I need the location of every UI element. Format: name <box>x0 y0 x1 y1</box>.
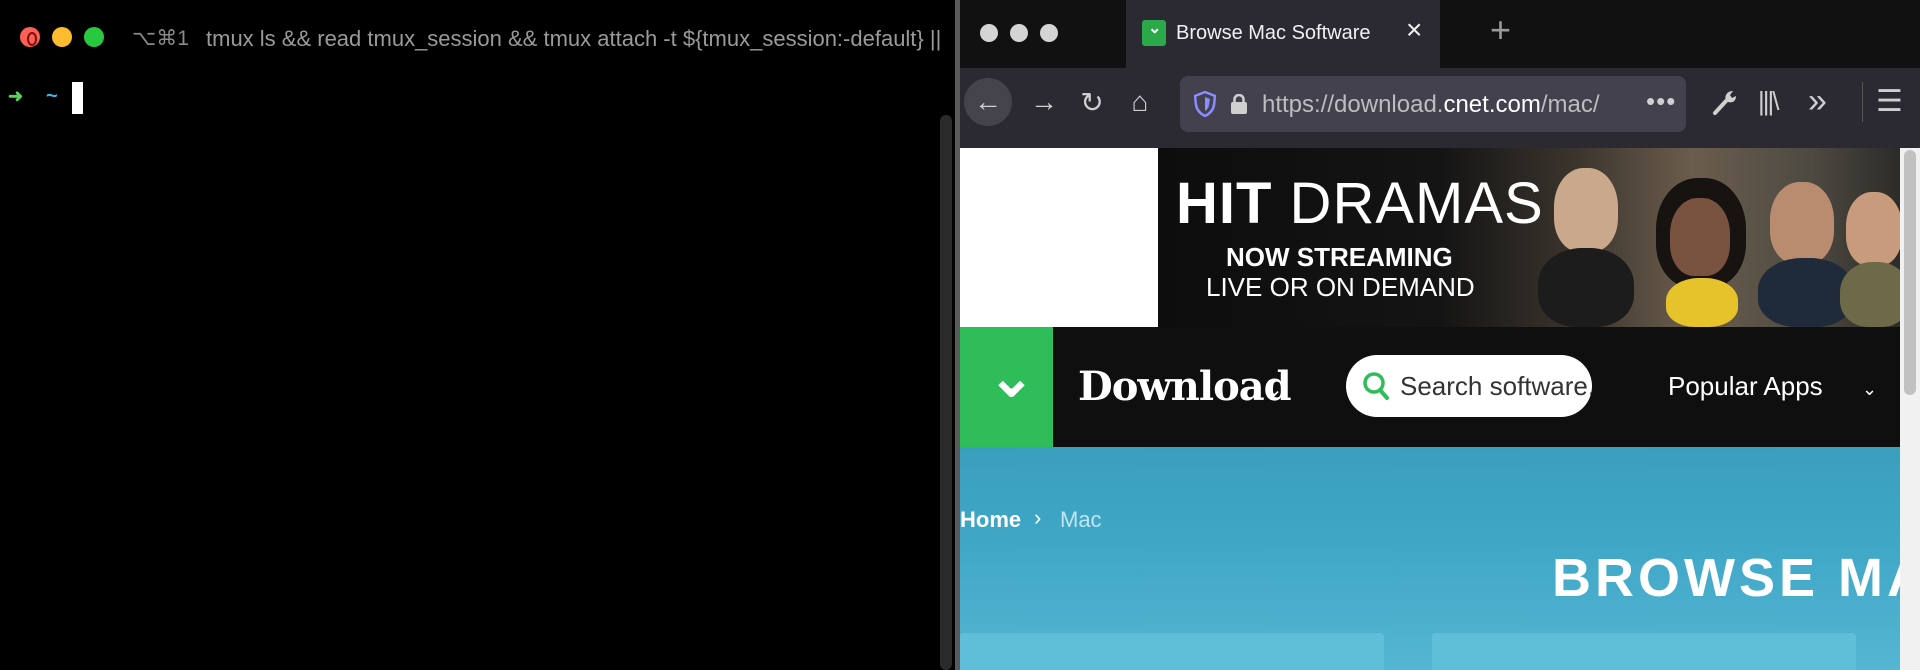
library-icon[interactable]: |||\ <box>1758 86 1779 117</box>
url-text[interactable]: https://download.cnet.com/mac/ <box>1262 91 1600 119</box>
tab-browse-mac-software[interactable]: Browse Mac Software × <box>1126 0 1440 68</box>
actor-photo <box>1538 248 1634 327</box>
download-menu[interactable]: Download <box>1078 363 1292 410</box>
hero-section: Home › Mac BROWSE MAC <box>960 447 1920 670</box>
terminal-titlebar: ⌥⌘1 tmux ls && read tmux_session && tmux… <box>0 0 955 74</box>
minimize-window-button[interactable] <box>1010 24 1028 42</box>
page-actions-icon[interactable]: ••• <box>1646 86 1676 117</box>
maximize-window-button[interactable] <box>1040 24 1058 42</box>
ad-headline: HIT DRAMAS <box>1176 171 1544 236</box>
hamburger-menu-icon[interactable]: ☰ <box>1876 84 1903 119</box>
ad-subline: NOW STREAMING <box>1226 242 1453 272</box>
wrench-icon-glyph <box>1713 91 1736 115</box>
chevron-down-icon[interactable]: ⌄ <box>1266 377 1283 402</box>
actor-photo <box>1666 278 1738 327</box>
tab-title: Browse Mac Software <box>1176 22 1371 44</box>
actor-photo <box>1770 182 1834 264</box>
maximize-window-button[interactable] <box>84 27 104 47</box>
prompt-directory: ~ <box>46 85 58 107</box>
page-scrollbar[interactable] <box>1900 148 1920 670</box>
shield-icon[interactable] <box>1194 91 1216 117</box>
lock-icon[interactable] <box>1230 94 1248 114</box>
download-favicon-icon <box>1142 18 1166 46</box>
actor-photo <box>1840 262 1900 327</box>
terminal-window: ⌥⌘1 tmux ls && read tmux_session && tmux… <box>0 0 955 670</box>
search-placeholder: Search software, <box>1400 371 1592 401</box>
actor-photo <box>1554 168 1618 252</box>
search-input[interactable]: Search software, <box>1346 355 1592 417</box>
terminal-title: tmux ls && read tmux_session && tmux att… <box>206 26 942 51</box>
wrench-icon[interactable] <box>1712 88 1738 123</box>
category-card[interactable] <box>960 633 1384 670</box>
breadcrumb-home-link[interactable]: Home <box>960 507 1021 533</box>
reload-button[interactable]: ↻ <box>1068 78 1116 126</box>
forward-button[interactable]: → <box>1020 78 1068 126</box>
new-tab-button[interactable]: + <box>1490 12 1511 48</box>
page-content: HIT DRAMAS NOW STREAMING LIVE OR ON DEMA… <box>960 148 1920 670</box>
prompt-arrow: ➜ <box>8 86 24 106</box>
back-button[interactable]: ← <box>964 78 1012 126</box>
search-icon <box>1363 372 1389 400</box>
ad-tagline: LIVE OR ON DEMAND <box>1206 272 1475 302</box>
browser-window: Browse Mac Software × + ← → ↻ ⌂ https://… <box>960 0 1920 670</box>
navigation-toolbar: ← → ↻ ⌂ https://download.cnet.com/mac/ •… <box>960 68 1920 148</box>
breadcrumb-separator-icon: › <box>1034 505 1042 530</box>
download-logo-icon[interactable] <box>960 327 1053 447</box>
actor-photo <box>1670 198 1730 276</box>
minimize-window-button[interactable] <box>52 27 72 47</box>
breadcrumb-current[interactable]: Mac <box>1060 507 1102 533</box>
desktop: ⌥⌘1 tmux ls && read tmux_session && tmux… <box>0 0 1920 670</box>
terminal-scrollbar[interactable] <box>940 115 952 670</box>
home-button[interactable]: ⌂ <box>1116 78 1164 126</box>
actor-photo <box>1846 192 1900 266</box>
terminal-shortcut-label: ⌥⌘1 <box>132 27 189 50</box>
address-bar[interactable]: https://download.cnet.com/mac/ ••• <box>1180 76 1686 132</box>
close-tab-icon[interactable]: × <box>1406 16 1422 44</box>
tab-bar: Browse Mac Software × + <box>960 0 1920 68</box>
text-cursor <box>72 82 83 114</box>
terminal-body[interactable]: ➜ ~ <box>0 74 955 670</box>
page-title: BROWSE MAC <box>1552 548 1920 608</box>
close-window-button[interactable] <box>980 24 998 42</box>
advertisement-banner[interactable]: HIT DRAMAS NOW STREAMING LIVE OR ON DEMA… <box>1158 148 1900 327</box>
overflow-menu-icon[interactable]: » <box>1808 82 1827 121</box>
scrollbar-thumb[interactable] <box>1904 150 1916 395</box>
popular-apps-menu[interactable]: Popular Apps <box>1668 371 1823 402</box>
chevron-down-icon[interactable]: ⌄ <box>1862 379 1877 400</box>
site-header: Download ⌄ Search software, Popular Apps… <box>960 327 1900 447</box>
close-window-button[interactable] <box>20 27 40 47</box>
toolbar-separator <box>1862 82 1863 122</box>
category-card[interactable] <box>1432 633 1856 670</box>
